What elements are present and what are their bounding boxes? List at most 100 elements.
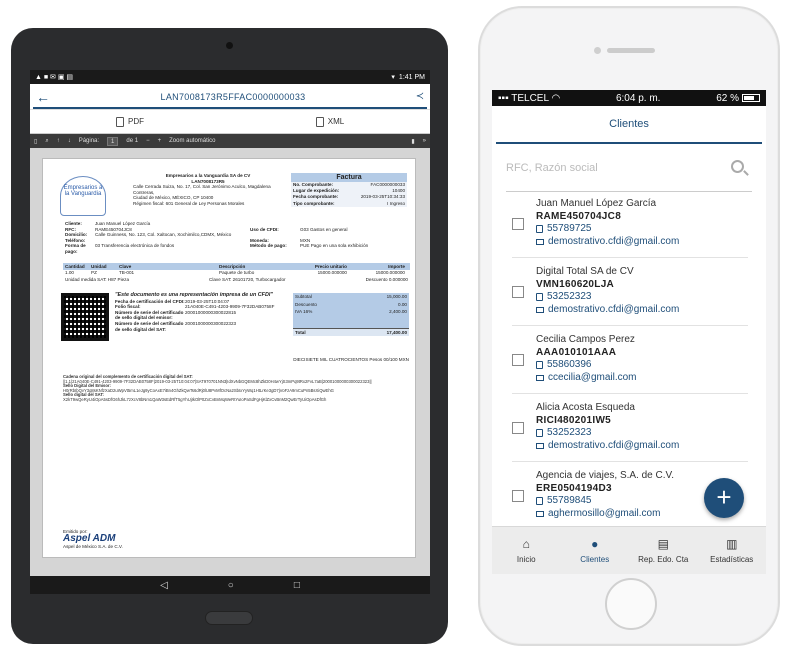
items-header: Cantidad Unidad Clave Descripción Precio uni… <box>63 263 410 270</box>
nav-label: Estadísticas <box>710 554 754 564</box>
pdf-file-icon <box>116 116 124 127</box>
page-title: Clientes <box>496 106 762 144</box>
select-checkbox[interactable] <box>512 286 524 298</box>
client-phone[interactable]: 53252323 <box>536 291 679 304</box>
client-phone[interactable]: 55789845 <box>536 495 674 508</box>
phone-icon <box>536 225 543 234</box>
phone-icon <box>536 429 543 438</box>
page-up-icon[interactable]: ↑ <box>57 138 60 144</box>
select-checkbox[interactable] <box>512 422 524 434</box>
list-item[interactable]: Cecilia Campos Perez AAA010101AAA 558603… <box>512 326 748 394</box>
tab-xml[interactable]: XML <box>230 110 430 133</box>
tab-pdf-label: PDF <box>128 117 144 126</box>
company-regime: Régimen fiscal: 601 General de Ley Perso… <box>133 200 245 206</box>
pdf-toolbar: ▯ ⌕ ↑ ↓ Página: 1 de 1 − + Zoom automáti… <box>30 134 430 148</box>
search-input[interactable] <box>506 152 706 184</box>
client-name: Juan Manuel López García <box>536 198 657 209</box>
bookmark-icon[interactable]: ▮ <box>411 138 414 145</box>
tablet-app-bar: ← LAN7008173R5FFAC0000000033 ≺ <box>30 84 430 110</box>
totals-row: Descuento 0.00 <box>295 301 407 307</box>
nav-back-icon[interactable]: ◁ <box>160 580 168 591</box>
search-icon[interactable]: ⌕ <box>45 138 48 145</box>
user-icon: ● <box>591 536 599 551</box>
tab-xml-label: XML <box>327 117 345 126</box>
invoice-header-box: Factura No. Comprobante: FAC0000000033 Lu… <box>291 173 407 207</box>
invoice-page: Empresarios a la Vanguardia Empresarios … <box>42 158 416 558</box>
nav-item-estadisticas[interactable]: ▥ Estadísticas <box>698 527 767 574</box>
phone-time: 6:04 p. m. <box>615 92 661 104</box>
totals-box: Subtotal 15,000.00 Descuento 0.00 IVA 16% 2… <box>293 293 409 336</box>
search-bar <box>506 152 752 192</box>
client-rfc: VMN160620LJA <box>536 278 615 290</box>
nav-label: Rep. Edo. Cta <box>638 554 689 564</box>
client-email[interactable]: demostrativo.cfdi@gmail.com <box>536 304 679 317</box>
phone-icon <box>536 497 543 506</box>
mail-icon <box>536 238 544 245</box>
client-email[interactable]: demostrativo.cfdi@gmail.com <box>536 236 679 249</box>
format-tabs: PDF XML <box>30 110 430 134</box>
client-name: Agencia de viajes, S.A. de C.V. <box>536 470 675 481</box>
invoice-type-title: Factura <box>291 173 407 182</box>
signal-icon: ▪▪▪ <box>498 92 509 104</box>
amount-in-words: DIECISIETE MIL CUATROCIENTOS Pesos 00/10… <box>293 357 409 362</box>
share-icon[interactable]: ≺ <box>410 91 430 102</box>
zoom-in-icon[interactable]: + <box>158 138 162 144</box>
page-input[interactable]: 1 <box>107 136 119 146</box>
client-phone[interactable]: 55860396 <box>536 359 637 372</box>
sidebar-toggle-icon[interactable]: ▯ <box>34 138 37 145</box>
more-tools-icon[interactable]: » <box>423 138 426 144</box>
nav-item-clientes[interactable]: ● Clientes <box>561 527 630 574</box>
client-name: Digital Total SA de CV <box>536 266 634 277</box>
carrier: ▪▪▪ TELCEL ◠ <box>498 92 561 104</box>
footer-company: Aspel de México S.A. de C.V. <box>63 544 123 549</box>
aspel-logo: Aspel ADM <box>63 533 116 544</box>
select-checkbox[interactable] <box>512 354 524 366</box>
mail-icon <box>536 306 544 313</box>
scene: ▲ ■ ✉ ▣ ▤ ▾ 1:41 PM ← LAN7008173R5FFAC000… <box>0 0 798 648</box>
search-icon[interactable] <box>731 160 744 173</box>
page-down-icon[interactable]: ↓ <box>68 138 71 144</box>
list-item[interactable]: Alicia Acosta Esqueda RICI480201IW5 5325… <box>512 394 748 462</box>
zoom-select[interactable]: Zoom automático <box>169 138 215 144</box>
client-email[interactable]: ccecilia@gmail.com <box>536 372 637 385</box>
select-checkbox[interactable] <box>512 490 524 502</box>
tablet-status-bar: ▲ ■ ✉ ▣ ▤ ▾ 1:41 PM <box>30 70 430 84</box>
pdf-viewer[interactable]: Empresarios a la Vanguardia Empresarios … <box>30 148 430 594</box>
nav-item-inicio[interactable]: ⌂ Inicio <box>492 527 561 574</box>
list-item[interactable]: Juan Manuel López García RAME450704JC8 5… <box>512 190 748 258</box>
phone-home-button[interactable] <box>605 578 657 630</box>
android-nav-bar: ◁ ○ □ <box>30 576 430 594</box>
client-rfc: RAME450704JC8 <box>536 210 622 222</box>
nav-home-icon[interactable]: ○ <box>228 580 234 591</box>
client-email[interactable]: aghermosillo@gmail.com <box>536 508 674 521</box>
tablet-camera <box>226 42 233 49</box>
notification-icons: ▲ ■ ✉ ▣ ▤ <box>35 74 74 81</box>
client-phone[interactable]: 53252323 <box>536 427 679 440</box>
client-phone[interactable]: 55789725 <box>536 223 679 236</box>
bar-chart-icon: ▥ <box>726 536 738 551</box>
totals-row: Subtotal 15,000.00 <box>295 294 407 299</box>
mail-icon <box>536 510 544 517</box>
phone-screen: ▪▪▪ TELCEL ◠ 6:04 p. m. 62 % Clientes Ju… <box>492 90 766 574</box>
client-rfc: ERE0504194D3 <box>536 482 612 494</box>
mail-icon <box>536 374 544 381</box>
list-item[interactable]: Digital Total SA de CV VMN160620LJA 5325… <box>512 258 748 326</box>
phone-icon <box>536 361 543 370</box>
report-icon: ▤ <box>657 536 669 551</box>
items-table: Cantidad Unidad Clave Descripción Precio uni… <box>63 263 410 283</box>
client-name: Cecilia Campos Perez <box>536 334 635 345</box>
nav-label: Clientes <box>580 554 610 564</box>
cfdi-info: "Este documento es una representación im… <box>115 292 291 332</box>
nav-recents-icon[interactable]: □ <box>294 580 300 591</box>
tablet-home-button[interactable] <box>205 611 253 625</box>
item-extra-info: Unidad medida SAT: H87 Pieza Clave SAT: 2… <box>65 276 408 282</box>
tab-pdf[interactable]: PDF <box>30 110 230 133</box>
client-email[interactable]: demostrativo.cfdi@gmail.com <box>536 440 679 453</box>
back-arrow-icon[interactable]: ← <box>30 89 56 105</box>
add-client-button[interactable]: + <box>704 478 744 518</box>
nav-item-rep-edo-cta[interactable]: ▤ Rep. Edo. Cta <box>629 527 698 574</box>
total-row: Total 17,400.00 <box>293 327 409 336</box>
invoice-footer: Emitido por: Aspel ADM Aspel de México S… <box>63 529 153 549</box>
zoom-out-icon[interactable]: − <box>146 138 150 144</box>
select-checkbox[interactable] <box>512 218 524 230</box>
